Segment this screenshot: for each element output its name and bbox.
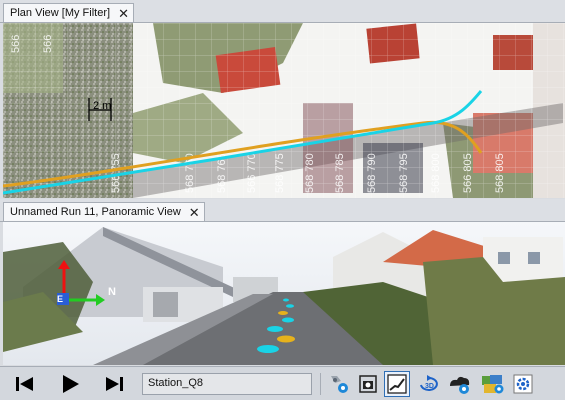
grid-label: 566 bbox=[42, 35, 54, 53]
tab-panoramic-view-label: Unnamed Run 11, Panoramic View bbox=[10, 206, 181, 218]
tab-panoramic-view[interactable]: Unnamed Run 11, Panoramic View ✕ bbox=[3, 202, 205, 221]
plan-view-pointcloud: 566 566 566 755 568 760 568 765 566 770 … bbox=[3, 23, 565, 198]
grid-label: 568 785 bbox=[334, 153, 346, 193]
panoramic-view-tabbar: Unnamed Run 11, Panoramic View ✕ bbox=[0, 199, 565, 222]
screenshot-icon bbox=[359, 375, 377, 393]
grid-label: 568 790 bbox=[366, 153, 378, 193]
grid-label: 568 800 bbox=[430, 153, 442, 193]
skip-back-button[interactable] bbox=[12, 371, 38, 397]
trajectory-icon bbox=[387, 374, 407, 394]
cloud-visibility-icon bbox=[450, 376, 470, 394]
grid-label: 568 795 bbox=[398, 153, 410, 193]
screenshot-button[interactable] bbox=[355, 371, 381, 397]
cloud-visibility-button[interactable] bbox=[447, 371, 473, 397]
skip-forward-button[interactable] bbox=[101, 371, 127, 397]
grid-label: 566 bbox=[10, 35, 22, 53]
toolbar-separator bbox=[320, 373, 321, 395]
play-icon bbox=[63, 375, 79, 393]
axis-north-label: N bbox=[108, 286, 116, 298]
skip-forward-icon bbox=[106, 377, 123, 391]
panoramic-image: N E bbox=[3, 222, 565, 365]
image-layers-button[interactable] bbox=[480, 371, 506, 397]
axis-east-label: E bbox=[57, 294, 63, 304]
map-pin-visibility-icon bbox=[331, 376, 348, 393]
rotate-3d-icon: 3D bbox=[420, 375, 438, 391]
grid-label: 568 775 bbox=[274, 153, 286, 193]
image-layers-icon bbox=[482, 375, 504, 394]
grid-label: 568 780 bbox=[304, 153, 316, 193]
close-icon[interactable]: ✕ bbox=[189, 206, 200, 219]
plan-view-tabbar: Plan View [My Filter] ✕ bbox=[0, 0, 565, 23]
settings-button[interactable] bbox=[510, 371, 536, 397]
trajectory-button[interactable] bbox=[384, 371, 410, 397]
grid-label: 566 770 bbox=[246, 153, 258, 193]
svg-text:3D: 3D bbox=[425, 383, 434, 390]
plan-view-canvas[interactable]: 566 566 566 755 568 760 568 765 566 770 … bbox=[3, 23, 565, 198]
playback-toolbar: Station_Q8 3D bbox=[0, 366, 565, 400]
grid-label: 566 805 bbox=[462, 153, 474, 193]
skip-back-icon bbox=[16, 377, 33, 391]
settings-icon bbox=[513, 374, 533, 394]
tab-plan-view[interactable]: Plan View [My Filter] ✕ bbox=[3, 3, 134, 22]
panoramic-view-canvas[interactable]: N E bbox=[3, 222, 565, 365]
station-field[interactable]: Station_Q8 bbox=[142, 373, 312, 395]
grid-label: 568 805 bbox=[494, 153, 506, 193]
scale-label: 2 m bbox=[93, 100, 111, 112]
play-button[interactable] bbox=[57, 371, 83, 397]
map-pin-visibility-button[interactable] bbox=[326, 371, 352, 397]
close-icon[interactable]: ✕ bbox=[118, 7, 129, 20]
rotate-3d-button[interactable]: 3D bbox=[416, 371, 442, 397]
station-value: Station_Q8 bbox=[148, 377, 204, 389]
tab-plan-view-label: Plan View [My Filter] bbox=[10, 7, 111, 19]
